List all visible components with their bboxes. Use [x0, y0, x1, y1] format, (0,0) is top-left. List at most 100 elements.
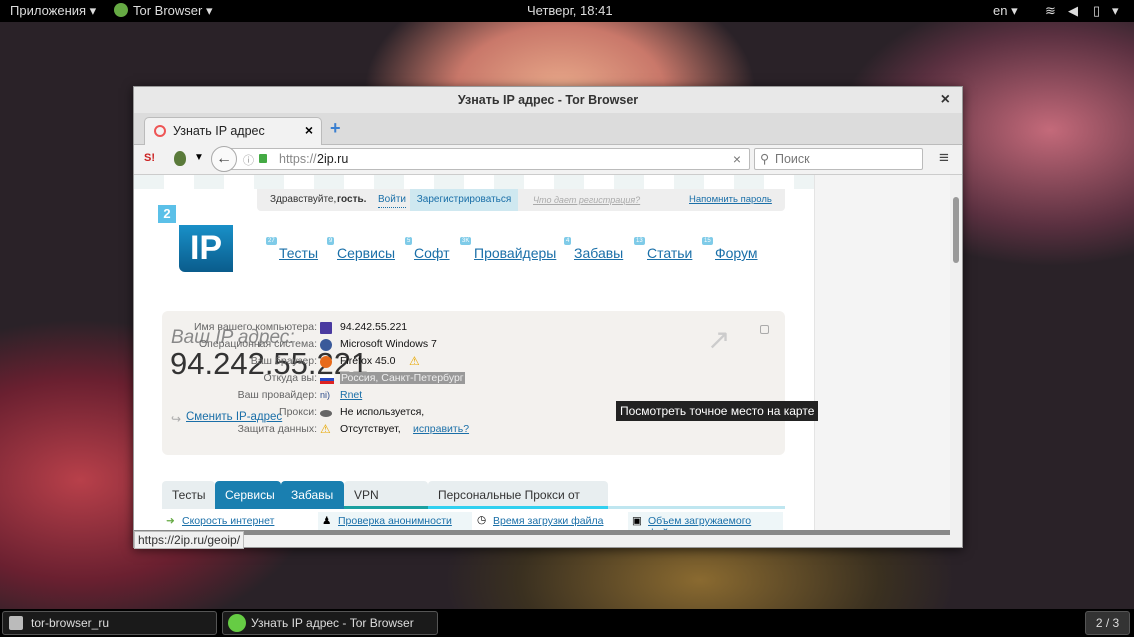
tab-personal-proxy[interactable]: Персональные Прокси от 50р	[428, 481, 608, 530]
taskbar-item-tor-browser-ru[interactable]: tor-browser_ru	[2, 611, 217, 635]
back-button[interactable]: ←	[211, 146, 237, 172]
taskbar-item-tor-browser[interactable]: Узнать IP адрес - Tor Browser	[222, 611, 438, 635]
russia-flag-icon	[320, 375, 334, 384]
anonymity-icon: ♟	[322, 515, 332, 527]
nav-badge: 15	[702, 237, 713, 245]
vertical-scrollbar[interactable]	[950, 175, 962, 535]
tab-vpn-monster[interactable]: VPN Monster	[344, 481, 428, 530]
system-menu-chevron-icon[interactable]: ▾	[1112, 3, 1119, 19]
nav-tests[interactable]: Тесты	[279, 245, 318, 261]
taskbar: tor-browser_ru Узнать IP адрес - Tor Bro…	[0, 609, 1134, 637]
warning-icon: ⚠	[409, 354, 420, 368]
logo-ip[interactable]: IP	[179, 225, 233, 272]
url-scheme: https://	[279, 152, 317, 166]
navigation-toolbar: S! ▼ ← ⓘ https:// 2ip.ru × ⚲ Поиск ≡	[134, 145, 962, 175]
browser-window: Узнать IP адрес - Tor Browser × Узнать I…	[133, 86, 963, 549]
info-label: Имя вашего компьютера:	[194, 321, 317, 333]
battery-icon[interactable]: ▯	[1093, 3, 1100, 19]
fix-link[interactable]: исправить?	[413, 423, 469, 435]
search-input[interactable]: ⚲ Поиск	[754, 148, 923, 170]
file-size-icon: ▣	[632, 515, 642, 527]
nav-services[interactable]: Сервисы	[337, 245, 395, 261]
firefox-icon	[320, 356, 332, 368]
nav-fun[interactable]: Забавы	[574, 245, 623, 261]
applications-menu[interactable]: Приложения ▾	[10, 3, 96, 19]
tor-onion-icon[interactable]	[174, 151, 186, 166]
taskbar-label: Узнать IP адрес - Tor Browser	[251, 616, 414, 630]
info-label: Откуда вы:	[263, 372, 317, 384]
tab-tests[interactable]: Тесты	[162, 481, 215, 509]
proxy-value: Не используется,	[340, 406, 425, 418]
windows-icon	[320, 339, 332, 351]
auth-bar: Здравствуйте, гость. Войти Зарегистриров…	[257, 189, 785, 211]
speed-icon: ➜	[166, 515, 175, 527]
window-titlebar: Узнать IP адрес - Tor Browser ×	[134, 87, 962, 113]
volume-icon[interactable]: ◀	[1068, 3, 1078, 19]
hamburger-menu-icon[interactable]: ≡	[939, 148, 949, 168]
location-value[interactable]: Россия, Санкт-Петербург	[340, 372, 465, 384]
tab-close-button[interactable]: ×	[305, 122, 313, 138]
copy-icon[interactable]	[760, 325, 769, 334]
nav-forum[interactable]: Форум	[715, 245, 758, 261]
sj-extension-icon[interactable]: S!	[144, 152, 155, 164]
nav-providers[interactable]: Провайдеры	[474, 245, 556, 261]
nav-badge: 9	[327, 237, 335, 245]
service-download-time-link[interactable]: Время загрузки файла	[493, 515, 603, 527]
lock-icon[interactable]	[259, 154, 267, 163]
file-manager-icon	[9, 616, 23, 630]
nav-articles[interactable]: Статьи	[647, 245, 692, 261]
window-close-button[interactable]: ×	[941, 87, 950, 113]
new-tab-button[interactable]: +	[330, 118, 341, 139]
tab-bar: Узнать IP адрес × +	[134, 113, 962, 145]
ip-info-panel: Ваш IP адрес: 94.242.55.221 ↪ Сменить IP…	[162, 311, 785, 455]
horizontal-scrollbar[interactable]	[134, 530, 950, 535]
computer-icon	[320, 322, 332, 334]
window-title: Узнать IP адрес - Tor Browser	[457, 93, 639, 107]
nav-soft[interactable]: Софт	[414, 245, 450, 261]
greeting-text: Здравствуйте,	[270, 194, 337, 205]
wifi-icon[interactable]: ≋	[1045, 3, 1056, 19]
info-label: Защита данных:	[237, 423, 317, 435]
onion-menu-chevron-icon[interactable]: ▼	[194, 152, 204, 163]
logo-2[interactable]: 2	[158, 205, 176, 223]
tab-fun[interactable]: Забавы	[281, 481, 344, 509]
tor-browser-menu[interactable]: Tor Browser ▾	[133, 3, 213, 19]
search-icon: ⚲	[760, 152, 770, 166]
tab-services[interactable]: Сервисы	[215, 481, 281, 509]
top-panel: Приложения ▾ Tor Browser ▾ Четверг, 18:4…	[0, 0, 1134, 22]
url-host: 2ip.ru	[317, 152, 349, 166]
info-label: Ваш провайдер:	[237, 389, 317, 401]
map-tooltip: Посмотреть точное место на карте	[616, 401, 819, 421]
workspace-switcher[interactable]: 2 / 3	[1085, 611, 1130, 635]
search-placeholder: Поиск	[775, 152, 810, 166]
info-label: Операционная система:	[198, 338, 317, 350]
os-value: Microsoft Windows 7	[340, 338, 437, 350]
browser-value: Firefox 45.0	[340, 355, 396, 367]
tab-label: Узнать IP адрес	[173, 124, 265, 138]
url-clear-button[interactable]: ×	[733, 151, 741, 167]
proxy-glasses-icon	[320, 410, 332, 417]
tor-globe-icon	[114, 3, 128, 17]
provider-link[interactable]: Rnet	[340, 389, 362, 401]
info-label: Прокси:	[279, 406, 317, 418]
remind-password-link[interactable]: Напомнить пароль	[689, 189, 772, 211]
tab-2ip[interactable]: Узнать IP адрес ×	[144, 117, 322, 145]
why-register-link[interactable]: Что дает регистрация?	[533, 189, 640, 211]
provider-icon: ni)	[320, 390, 331, 400]
decorative-arrow-icon: ↗	[707, 324, 731, 355]
language-selector[interactable]: en ▾	[993, 3, 1018, 19]
tor-globe-icon	[228, 614, 246, 632]
info-label: Ваш браузер:	[250, 355, 317, 367]
register-button[interactable]: Зарегистрироваться	[410, 189, 518, 211]
login-link[interactable]: Войти	[378, 193, 406, 208]
nav-badge: 27	[266, 237, 277, 245]
url-bar[interactable]: ⓘ https:// 2ip.ru ×	[228, 148, 750, 170]
nav-badge: 13	[634, 237, 645, 245]
right-column	[814, 175, 950, 535]
service-speed-link[interactable]: Скорость интернет	[182, 515, 274, 527]
clock[interactable]: Четверг, 18:41	[527, 3, 613, 18]
status-url: https://2ip.ru/geoip/	[134, 531, 245, 549]
service-anonymity-link[interactable]: Проверка анонимности	[338, 515, 452, 527]
computer-name: 94.242.55.221	[340, 321, 408, 333]
info-icon[interactable]: ⓘ	[243, 152, 254, 168]
